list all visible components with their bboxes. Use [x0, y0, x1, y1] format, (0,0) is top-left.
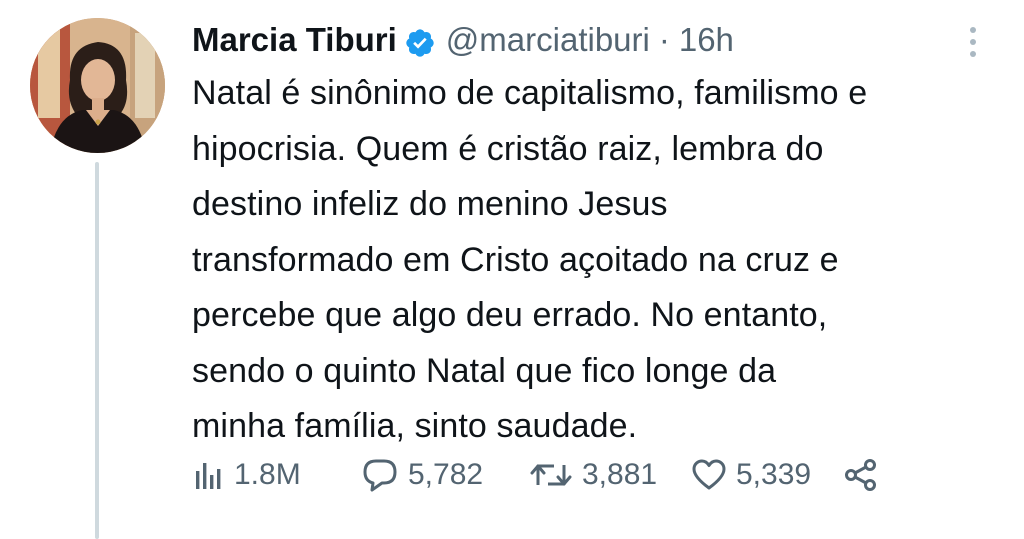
tweet-text: Natal é sinônimo de capitalismo, familis… — [192, 66, 1002, 455]
more-vertical-icon[interactable] — [962, 24, 984, 60]
tweet-text-line: destino infeliz do menino Jesus — [192, 185, 668, 223]
tweet-text-line: Natal é sinônimo de capitalismo, familis… — [192, 74, 868, 112]
reply-button[interactable]: 5,782 — [360, 457, 528, 493]
thread-line — [95, 162, 99, 539]
tweet-card[interactable]: Marcia Tiburi @marciatiburi · 16h Natal … — [0, 0, 1024, 539]
views-count: 1.8M — [234, 458, 301, 491]
tweet-text-line: hipocrisia. Quem é cristão raiz, lembra … — [192, 129, 824, 168]
author-display-name[interactable]: Marcia Tiburi — [192, 16, 397, 64]
author-avatar[interactable] — [30, 18, 165, 153]
header-separator: · — [658, 21, 670, 58]
retweet-count: 3,881 — [582, 458, 658, 491]
views-button[interactable]: 1.8M — [190, 457, 360, 493]
author-handle[interactable]: @marciatiburi — [446, 16, 650, 64]
retweet-button[interactable]: 3,881 — [528, 457, 690, 493]
tweet-text-line: minha família, sinto saudade. — [192, 407, 638, 445]
tweet-text-line: transformado em Cristo açoitado na cruz … — [192, 240, 839, 279]
bar-chart-icon — [190, 457, 226, 493]
share-button[interactable] — [842, 457, 880, 493]
tweet-text-line: percebe que algo deu errado. No entanto, — [192, 296, 828, 334]
speech-bubble-icon — [360, 457, 400, 493]
retweet-arrows-icon — [528, 457, 574, 493]
tweet-action-bar: 1.8M 5,782 3,881 5,339 — [190, 450, 880, 500]
tweet-header: Marcia Tiburi @marciatiburi · 16h — [192, 16, 984, 64]
verified-badge-icon — [404, 24, 436, 57]
avatar-photo — [30, 18, 165, 153]
like-count: 5,339 — [736, 458, 812, 491]
tweet-text-line: sendo o quinto Natal que fico longe da — [192, 351, 777, 390]
share-icon — [842, 457, 880, 493]
like-button[interactable]: 5,339 — [690, 457, 842, 493]
heart-icon — [690, 457, 728, 493]
reply-count: 5,782 — [408, 458, 484, 491]
tweet-timestamp[interactable]: 16h — [679, 16, 734, 64]
